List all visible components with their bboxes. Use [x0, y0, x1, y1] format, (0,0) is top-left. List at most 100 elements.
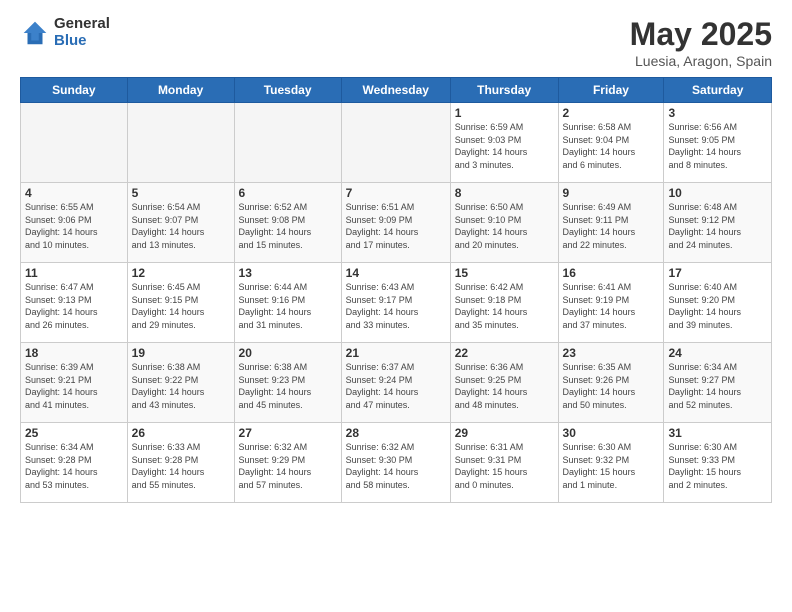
- day-number: 30: [563, 426, 660, 440]
- calendar-cell: 20Sunrise: 6:38 AMSunset: 9:23 PMDayligh…: [234, 343, 341, 423]
- day-info: Sunrise: 6:30 AMSunset: 9:32 PMDaylight:…: [563, 441, 660, 491]
- day-number: 27: [239, 426, 337, 440]
- day-info: Sunrise: 6:56 AMSunset: 9:05 PMDaylight:…: [668, 121, 767, 171]
- day-number: 10: [668, 186, 767, 200]
- day-info: Sunrise: 6:55 AMSunset: 9:06 PMDaylight:…: [25, 201, 123, 251]
- day-number: 16: [563, 266, 660, 280]
- day-of-week-header: Sunday: [21, 78, 128, 103]
- calendar-cell: 13Sunrise: 6:44 AMSunset: 9:16 PMDayligh…: [234, 263, 341, 343]
- day-number: 13: [239, 266, 337, 280]
- day-of-week-header: Thursday: [450, 78, 558, 103]
- day-info: Sunrise: 6:34 AMSunset: 9:28 PMDaylight:…: [25, 441, 123, 491]
- calendar-cell: 8Sunrise: 6:50 AMSunset: 9:10 PMDaylight…: [450, 183, 558, 263]
- calendar-cell: 12Sunrise: 6:45 AMSunset: 9:15 PMDayligh…: [127, 263, 234, 343]
- logo-general-text: General: [54, 16, 110, 33]
- calendar-cell: 9Sunrise: 6:49 AMSunset: 9:11 PMDaylight…: [558, 183, 664, 263]
- day-info: Sunrise: 6:32 AMSunset: 9:30 PMDaylight:…: [346, 441, 446, 491]
- day-info: Sunrise: 6:42 AMSunset: 9:18 PMDaylight:…: [455, 281, 554, 331]
- day-number: 12: [132, 266, 230, 280]
- day-info: Sunrise: 6:48 AMSunset: 9:12 PMDaylight:…: [668, 201, 767, 251]
- day-info: Sunrise: 6:38 AMSunset: 9:22 PMDaylight:…: [132, 361, 230, 411]
- calendar-cell: 16Sunrise: 6:41 AMSunset: 9:19 PMDayligh…: [558, 263, 664, 343]
- day-number: 24: [668, 346, 767, 360]
- calendar-cell: 24Sunrise: 6:34 AMSunset: 9:27 PMDayligh…: [664, 343, 772, 423]
- calendar-week-row: 25Sunrise: 6:34 AMSunset: 9:28 PMDayligh…: [21, 423, 772, 503]
- day-number: 11: [25, 266, 123, 280]
- day-info: Sunrise: 6:34 AMSunset: 9:27 PMDaylight:…: [668, 361, 767, 411]
- day-number: 2: [563, 106, 660, 120]
- day-number: 5: [132, 186, 230, 200]
- day-info: Sunrise: 6:45 AMSunset: 9:15 PMDaylight:…: [132, 281, 230, 331]
- calendar-cell: 26Sunrise: 6:33 AMSunset: 9:28 PMDayligh…: [127, 423, 234, 503]
- calendar-cell: 28Sunrise: 6:32 AMSunset: 9:30 PMDayligh…: [341, 423, 450, 503]
- logo-text: General Blue: [54, 16, 110, 49]
- day-of-week-header: Monday: [127, 78, 234, 103]
- day-of-week-header: Friday: [558, 78, 664, 103]
- day-info: Sunrise: 6:32 AMSunset: 9:29 PMDaylight:…: [239, 441, 337, 491]
- day-info: Sunrise: 6:33 AMSunset: 9:28 PMDaylight:…: [132, 441, 230, 491]
- day-of-week-header: Saturday: [664, 78, 772, 103]
- day-info: Sunrise: 6:43 AMSunset: 9:17 PMDaylight:…: [346, 281, 446, 331]
- day-number: 3: [668, 106, 767, 120]
- day-number: 25: [25, 426, 123, 440]
- day-number: 20: [239, 346, 337, 360]
- day-of-week-header: Tuesday: [234, 78, 341, 103]
- calendar-cell: 31Sunrise: 6:30 AMSunset: 9:33 PMDayligh…: [664, 423, 772, 503]
- calendar-cell: 23Sunrise: 6:35 AMSunset: 9:26 PMDayligh…: [558, 343, 664, 423]
- day-number: 31: [668, 426, 767, 440]
- calendar-week-row: 18Sunrise: 6:39 AMSunset: 9:21 PMDayligh…: [21, 343, 772, 423]
- calendar-table: SundayMondayTuesdayWednesdayThursdayFrid…: [20, 77, 772, 503]
- calendar-cell: 11Sunrise: 6:47 AMSunset: 9:13 PMDayligh…: [21, 263, 128, 343]
- calendar-cell: 30Sunrise: 6:30 AMSunset: 9:32 PMDayligh…: [558, 423, 664, 503]
- day-number: 14: [346, 266, 446, 280]
- calendar-cell: [341, 103, 450, 183]
- calendar-cell: 7Sunrise: 6:51 AMSunset: 9:09 PMDaylight…: [341, 183, 450, 263]
- day-number: 9: [563, 186, 660, 200]
- calendar-cell: [127, 103, 234, 183]
- calendar-cell: 3Sunrise: 6:56 AMSunset: 9:05 PMDaylight…: [664, 103, 772, 183]
- calendar-cell: 6Sunrise: 6:52 AMSunset: 9:08 PMDaylight…: [234, 183, 341, 263]
- calendar-cell: 25Sunrise: 6:34 AMSunset: 9:28 PMDayligh…: [21, 423, 128, 503]
- day-info: Sunrise: 6:58 AMSunset: 9:04 PMDaylight:…: [563, 121, 660, 171]
- calendar-cell: 18Sunrise: 6:39 AMSunset: 9:21 PMDayligh…: [21, 343, 128, 423]
- calendar-cell: 1Sunrise: 6:59 AMSunset: 9:03 PMDaylight…: [450, 103, 558, 183]
- days-of-week-row: SundayMondayTuesdayWednesdayThursdayFrid…: [21, 78, 772, 103]
- day-info: Sunrise: 6:52 AMSunset: 9:08 PMDaylight:…: [239, 201, 337, 251]
- day-number: 1: [455, 106, 554, 120]
- calendar-cell: 22Sunrise: 6:36 AMSunset: 9:25 PMDayligh…: [450, 343, 558, 423]
- calendar-cell: 27Sunrise: 6:32 AMSunset: 9:29 PMDayligh…: [234, 423, 341, 503]
- calendar-cell: 29Sunrise: 6:31 AMSunset: 9:31 PMDayligh…: [450, 423, 558, 503]
- day-info: Sunrise: 6:39 AMSunset: 9:21 PMDaylight:…: [25, 361, 123, 411]
- day-number: 6: [239, 186, 337, 200]
- calendar-week-row: 1Sunrise: 6:59 AMSunset: 9:03 PMDaylight…: [21, 103, 772, 183]
- day-number: 21: [346, 346, 446, 360]
- calendar-cell: [234, 103, 341, 183]
- day-info: Sunrise: 6:41 AMSunset: 9:19 PMDaylight:…: [563, 281, 660, 331]
- day-number: 22: [455, 346, 554, 360]
- calendar-cell: 10Sunrise: 6:48 AMSunset: 9:12 PMDayligh…: [664, 183, 772, 263]
- day-info: Sunrise: 6:37 AMSunset: 9:24 PMDaylight:…: [346, 361, 446, 411]
- day-info: Sunrise: 6:40 AMSunset: 9:20 PMDaylight:…: [668, 281, 767, 331]
- subtitle: Luesia, Aragon, Spain: [630, 53, 772, 69]
- day-number: 15: [455, 266, 554, 280]
- logo-icon: [20, 18, 50, 48]
- main-title: May 2025: [630, 16, 772, 53]
- day-number: 29: [455, 426, 554, 440]
- calendar-week-row: 4Sunrise: 6:55 AMSunset: 9:06 PMDaylight…: [21, 183, 772, 263]
- day-number: 8: [455, 186, 554, 200]
- day-info: Sunrise: 6:47 AMSunset: 9:13 PMDaylight:…: [25, 281, 123, 331]
- day-number: 4: [25, 186, 123, 200]
- day-number: 26: [132, 426, 230, 440]
- day-number: 18: [25, 346, 123, 360]
- logo-blue-text: Blue: [54, 33, 110, 50]
- calendar-cell: 2Sunrise: 6:58 AMSunset: 9:04 PMDaylight…: [558, 103, 664, 183]
- calendar-week-row: 11Sunrise: 6:47 AMSunset: 9:13 PMDayligh…: [21, 263, 772, 343]
- calendar-cell: 5Sunrise: 6:54 AMSunset: 9:07 PMDaylight…: [127, 183, 234, 263]
- day-info: Sunrise: 6:59 AMSunset: 9:03 PMDaylight:…: [455, 121, 554, 171]
- day-number: 28: [346, 426, 446, 440]
- calendar-cell: 15Sunrise: 6:42 AMSunset: 9:18 PMDayligh…: [450, 263, 558, 343]
- day-info: Sunrise: 6:51 AMSunset: 9:09 PMDaylight:…: [346, 201, 446, 251]
- header: General Blue May 2025 Luesia, Aragon, Sp…: [20, 16, 772, 69]
- page: General Blue May 2025 Luesia, Aragon, Sp…: [0, 0, 792, 612]
- day-info: Sunrise: 6:36 AMSunset: 9:25 PMDaylight:…: [455, 361, 554, 411]
